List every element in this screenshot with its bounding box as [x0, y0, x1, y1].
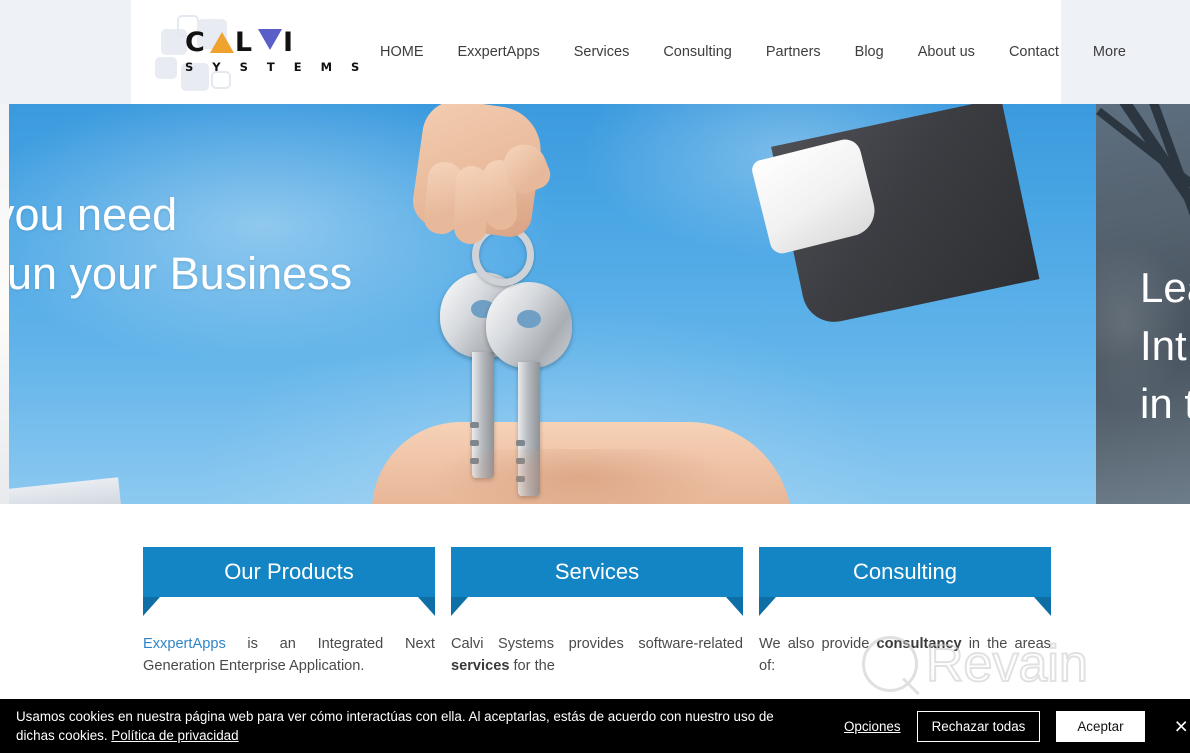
card-services[interactable]: Services Calvi Systems provides software… [451, 547, 743, 677]
triangle-up-icon [209, 32, 234, 53]
main-navigation: HOME ExxpertApps Services Consulting Par… [372, 36, 1143, 68]
card-ribbon-consulting[interactable]: Consulting [759, 547, 1051, 616]
hero-headline-line1: you need [0, 189, 178, 240]
card-body-text-pre: We also provide [759, 636, 877, 652]
card-ribbon-services[interactable]: Services [451, 547, 743, 616]
nav-item-exxpertapps[interactable]: ExxpertApps [441, 36, 557, 68]
triangle-down-icon [258, 29, 283, 50]
hero-headline: you need run your Business [0, 189, 352, 300]
hero-carousel[interactable]: you need run your Business Lea Int in t [0, 104, 1190, 504]
ribbon-tail-right [1034, 597, 1051, 616]
cookie-accept-button[interactable]: Aceptar [1056, 710, 1145, 742]
logo-letter-c: C [185, 27, 210, 58]
hero-slide-next[interactable]: Lea Int in t [1096, 104, 1190, 504]
card-our-products[interactable]: Our Products ExxpertApps is an Integrate… [143, 547, 435, 677]
ribbon-tail-left [143, 597, 160, 616]
privacy-policy-link[interactable]: Política de privacidad [111, 728, 238, 743]
card-consulting[interactable]: Consulting We also provide consultancy i… [759, 547, 1051, 677]
nav-item-more[interactable]: More [1076, 36, 1143, 68]
logo-letter-l: L [234, 27, 258, 58]
card-title-our-products: Our Products [224, 559, 354, 584]
ribbon-tail-left [451, 597, 468, 616]
card-body-text-bold: consultancy [876, 636, 962, 652]
page-root: CLI S Y S T E M S HOME ExxpertApps Servi… [0, 0, 1190, 753]
nav-item-blog[interactable]: Blog [838, 36, 901, 68]
card-body-services: Calvi Systems provides software-related … [451, 633, 743, 677]
card-body-text-pre: Calvi Systems provides software-related [451, 636, 743, 652]
slide-left-edge-strip [0, 104, 9, 504]
card-body-consulting: We also provide consultancy in the areas… [759, 633, 1051, 677]
feature-cards-section: Our Products ExxpertApps is an Integrate… [0, 504, 1190, 714]
ribbon-tail-right [726, 597, 743, 616]
palm-shadow [430, 449, 730, 504]
next-headline-line3: in t [1140, 379, 1190, 427]
logo-letter-i: I [283, 27, 299, 58]
sleeve-bottom-left-image [0, 477, 122, 504]
card-body-our-products: ExxpertApps is an Integrated Next Genera… [143, 633, 435, 677]
nav-item-about-us[interactable]: About us [901, 36, 992, 68]
cookie-consent-banner: Usamos cookies en nuestra página web par… [0, 699, 1190, 753]
exxpertapps-link[interactable]: ExxpertApps [143, 636, 226, 652]
hero-headline-line2: run your Business [0, 247, 353, 299]
card-title-consulting: Consulting [853, 559, 957, 584]
nav-item-home[interactable]: HOME [372, 36, 441, 68]
next-headline-line1: Lea [1140, 264, 1190, 311]
nav-item-contact[interactable]: Contact [992, 36, 1076, 68]
calvi-systems-logo[interactable]: CLI S Y S T E M S [155, 13, 359, 91]
hero-slide-current[interactable]: you need run your Business [0, 104, 1096, 504]
ribbon-tail-left [759, 597, 776, 616]
logo-calvi-text: CLI [185, 29, 335, 56]
logo-systems-text: S Y S T E M S [185, 60, 367, 74]
nav-item-consulting[interactable]: Consulting [646, 36, 749, 68]
card-title-services: Services [554, 559, 640, 584]
card-body-text-bold: services [451, 658, 510, 675]
logo-wordmark: CLI S Y S T E M S [185, 29, 367, 74]
next-slide-headline: Lea Int in t [1140, 259, 1190, 433]
ribbon-tail-right [418, 597, 435, 616]
cookie-reject-all-button[interactable]: Rechazar todas [916, 710, 1041, 742]
nav-item-services[interactable]: Services [557, 36, 647, 68]
card-body-text-post: for the [509, 658, 555, 675]
cookie-options-button[interactable]: Opciones [844, 719, 901, 734]
next-headline-line2: Int [1140, 321, 1187, 369]
cookie-message: Usamos cookies en nuestra página web par… [0, 707, 800, 746]
cookie-actions: Opciones Rechazar todas Aceptar × [844, 710, 1188, 742]
nav-item-partners[interactable]: Partners [749, 36, 838, 68]
site-header: CLI S Y S T E M S HOME ExxpertApps Servi… [131, 0, 1126, 104]
close-icon[interactable]: × [1175, 714, 1188, 738]
card-ribbon-our-products[interactable]: Our Products [143, 547, 435, 616]
